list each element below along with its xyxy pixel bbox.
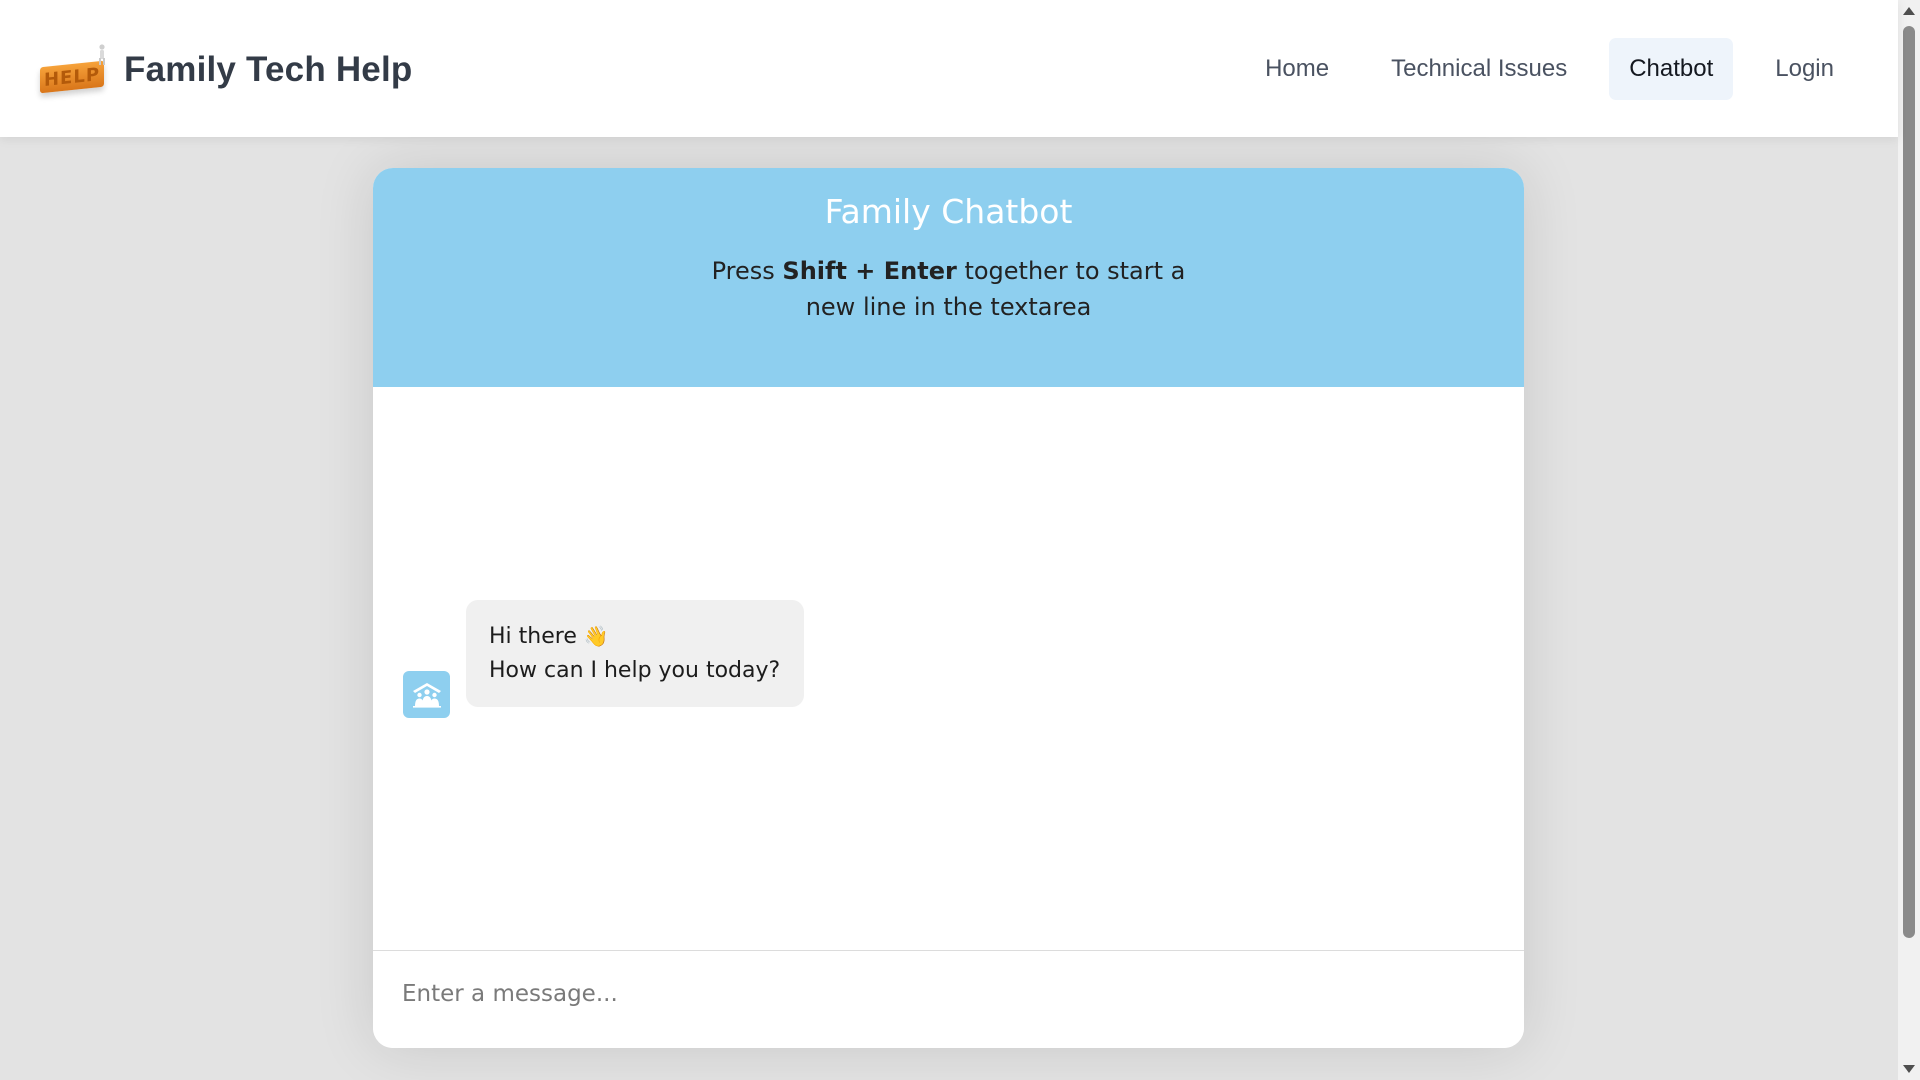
page-scrollbar[interactable] [1898,0,1920,1080]
nav-login[interactable]: Login [1755,38,1854,100]
bot-avatar [403,671,450,718]
family-icon [412,682,441,708]
bot-greeting-text: Hi there [489,624,577,649]
nav-chatbot[interactable]: Chatbot [1609,38,1734,100]
bot-message-bubble: Hi there 👋 How can I help you today? [466,600,805,707]
site-title: Family Tech Help [124,50,413,89]
nav-home[interactable]: Home [1245,38,1349,100]
help-logo: HELP [38,44,110,96]
message-input[interactable] [402,981,1402,1021]
waving-hand-icon: 👋 [583,624,609,648]
bot-message-line-2: How can I help you today? [489,658,781,683]
scroll-down-arrow-icon[interactable] [1903,1065,1915,1073]
chat-header: Family Chatbot Press Shift + Enter toget… [373,168,1524,387]
chat-messages: Hi there 👋 How can I help you today? [373,387,1524,1048]
nav-technical-issues[interactable]: Technical Issues [1371,38,1587,100]
chat-hint-keys: Shift + Enter [782,257,957,285]
main-nav: Home Technical Issues Chatbot Login [1223,38,1898,100]
chat-title: Family Chatbot [824,192,1073,231]
brand[interactable]: HELP Family Tech Help [38,44,412,96]
chat-window: Family Chatbot Press Shift + Enter toget… [373,168,1524,1048]
navbar: HELP Family Tech Help Home Technical Iss… [0,0,1898,137]
help-logo-blocks: HELP [40,60,104,94]
chat-hint-prefix: Press [711,257,783,285]
scroll-thumb[interactable] [1903,26,1915,938]
chat-hint: Press Shift + Enter together to start a … [689,253,1209,325]
scroll-up-arrow-icon[interactable] [1903,7,1915,15]
bot-message-line-1: Hi there 👋 [489,619,780,654]
chat-input-area [373,950,1524,1048]
person-figure-icon [99,44,105,65]
